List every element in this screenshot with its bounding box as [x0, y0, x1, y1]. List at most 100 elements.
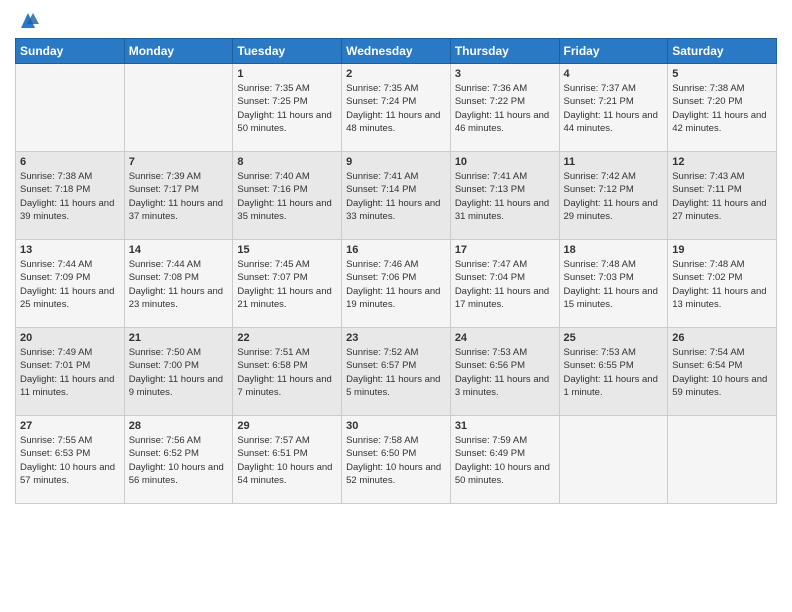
day-number: 15 [237, 244, 337, 256]
calendar-week-3: 13 Sunrise: 7:44 AMSunset: 7:09 PMDayligh… [16, 240, 777, 328]
day-header-wednesday: Wednesday [342, 39, 451, 64]
day-number: 11 [564, 156, 664, 168]
day-info: Sunrise: 7:48 AMSunset: 7:02 PMDaylight:… [672, 258, 772, 311]
calendar-cell: 18 Sunrise: 7:48 AMSunset: 7:03 PMDayligh… [559, 240, 668, 328]
day-info: Sunrise: 7:41 AMSunset: 7:13 PMDaylight:… [455, 170, 555, 223]
logo [15, 10, 39, 30]
calendar-cell: 29 Sunrise: 7:57 AMSunset: 6:51 PMDayligh… [233, 416, 342, 504]
day-info: Sunrise: 7:35 AMSunset: 7:24 PMDaylight:… [346, 82, 446, 135]
calendar-week-5: 27 Sunrise: 7:55 AMSunset: 6:53 PMDayligh… [16, 416, 777, 504]
calendar-cell: 9 Sunrise: 7:41 AMSunset: 7:14 PMDaylight… [342, 152, 451, 240]
calendar-cell: 7 Sunrise: 7:39 AMSunset: 7:17 PMDaylight… [124, 152, 233, 240]
day-header-tuesday: Tuesday [233, 39, 342, 64]
day-info: Sunrise: 7:51 AMSunset: 6:58 PMDaylight:… [237, 346, 337, 399]
day-header-monday: Monday [124, 39, 233, 64]
day-info: Sunrise: 7:41 AMSunset: 7:14 PMDaylight:… [346, 170, 446, 223]
day-number: 18 [564, 244, 664, 256]
calendar-cell: 26Sunrise: 7:54 AMSunset: 6:54 PMDayligh… [668, 328, 777, 416]
day-info: Sunrise: 7:55 AMSunset: 6:53 PMDaylight:… [20, 434, 120, 487]
day-number: 29 [237, 420, 337, 432]
day-number: 28 [129, 420, 229, 432]
day-number: 27 [20, 420, 120, 432]
calendar-week-1: 1Sunrise: 7:35 AMSunset: 7:25 PMDaylight… [16, 64, 777, 152]
day-header-saturday: Saturday [668, 39, 777, 64]
calendar-cell: 8 Sunrise: 7:40 AMSunset: 7:16 PMDaylight… [233, 152, 342, 240]
day-info: Sunrise: 7:36 AMSunset: 7:22 PMDaylight:… [455, 82, 555, 135]
calendar-cell: 10Sunrise: 7:41 AMSunset: 7:13 PMDayligh… [450, 152, 559, 240]
calendar-cell: 23 Sunrise: 7:52 AMSunset: 6:57 PMDayligh… [342, 328, 451, 416]
day-number: 13 [20, 244, 120, 256]
day-info: Sunrise: 7:56 AMSunset: 6:52 PMDaylight:… [129, 434, 229, 487]
calendar-cell: 2 Sunrise: 7:35 AMSunset: 7:24 PMDaylight… [342, 64, 451, 152]
calendar-cell: 20 Sunrise: 7:49 AMSunset: 7:01 PMDayligh… [16, 328, 125, 416]
day-header-thursday: Thursday [450, 39, 559, 64]
day-number: 22 [237, 332, 337, 344]
day-number: 23 [346, 332, 446, 344]
calendar-cell: 13 Sunrise: 7:44 AMSunset: 7:09 PMDayligh… [16, 240, 125, 328]
day-info: Sunrise: 7:49 AMSunset: 7:01 PMDaylight:… [20, 346, 120, 399]
day-number: 19 [672, 244, 772, 256]
calendar-cell: 3 Sunrise: 7:36 AMSunset: 7:22 PMDaylight… [450, 64, 559, 152]
calendar-cell: 24Sunrise: 7:53 AMSunset: 6:56 PMDayligh… [450, 328, 559, 416]
day-info: Sunrise: 7:38 AMSunset: 7:20 PMDaylight:… [672, 82, 772, 135]
calendar-cell [559, 416, 668, 504]
calendar-cell: 30 Sunrise: 7:58 AMSunset: 6:50 PMDayligh… [342, 416, 451, 504]
calendar-cell [16, 64, 125, 152]
calendar-cell: 27 Sunrise: 7:55 AMSunset: 6:53 PMDayligh… [16, 416, 125, 504]
calendar-cell: 6 Sunrise: 7:38 AMSunset: 7:18 PMDaylight… [16, 152, 125, 240]
day-info: Sunrise: 7:48 AMSunset: 7:03 PMDaylight:… [564, 258, 664, 311]
day-number: 24 [455, 332, 555, 344]
calendar-header: SundayMondayTuesdayWednesdayThursdayFrid… [16, 39, 777, 64]
day-number: 16 [346, 244, 446, 256]
day-number: 25 [564, 332, 664, 344]
day-number: 20 [20, 332, 120, 344]
day-info: Sunrise: 7:35 AMSunset: 7:25 PMDaylight:… [237, 82, 337, 135]
day-info: Sunrise: 7:37 AMSunset: 7:21 PMDaylight:… [564, 82, 664, 135]
calendar-cell: 19 Sunrise: 7:48 AMSunset: 7:02 PMDayligh… [668, 240, 777, 328]
day-info: Sunrise: 7:40 AMSunset: 7:16 PMDaylight:… [237, 170, 337, 223]
calendar-cell: 22 Sunrise: 7:51 AMSunset: 6:58 PMDayligh… [233, 328, 342, 416]
calendar-table: SundayMondayTuesdayWednesdayThursdayFrid… [15, 38, 777, 504]
calendar-week-4: 20 Sunrise: 7:49 AMSunset: 7:01 PMDayligh… [16, 328, 777, 416]
day-number: 7 [129, 156, 229, 168]
day-info: Sunrise: 7:38 AMSunset: 7:18 PMDaylight:… [20, 170, 120, 223]
day-number: 30 [346, 420, 446, 432]
day-number: 2 [346, 68, 446, 80]
day-info: Sunrise: 7:44 AMSunset: 7:08 PMDaylight:… [129, 258, 229, 311]
calendar-cell: 15 Sunrise: 7:45 AMSunset: 7:07 PMDayligh… [233, 240, 342, 328]
day-number: 4 [564, 68, 664, 80]
day-info: Sunrise: 7:59 AMSunset: 6:49 PMDaylight:… [455, 434, 555, 487]
day-info: Sunrise: 7:46 AMSunset: 7:06 PMDaylight:… [346, 258, 446, 311]
day-info: Sunrise: 7:47 AMSunset: 7:04 PMDaylight:… [455, 258, 555, 311]
calendar-cell: 17 Sunrise: 7:47 AMSunset: 7:04 PMDayligh… [450, 240, 559, 328]
calendar-cell: 1Sunrise: 7:35 AMSunset: 7:25 PMDaylight… [233, 64, 342, 152]
day-info: Sunrise: 7:53 AMSunset: 6:55 PMDaylight:… [564, 346, 664, 399]
calendar-cell: 28 Sunrise: 7:56 AMSunset: 6:52 PMDayligh… [124, 416, 233, 504]
calendar-cell: 21Sunrise: 7:50 AMSunset: 7:00 PMDayligh… [124, 328, 233, 416]
calendar-cell: 5 Sunrise: 7:38 AMSunset: 7:20 PMDaylight… [668, 64, 777, 152]
day-info: Sunrise: 7:52 AMSunset: 6:57 PMDaylight:… [346, 346, 446, 399]
day-number: 3 [455, 68, 555, 80]
day-info: Sunrise: 7:44 AMSunset: 7:09 PMDaylight:… [20, 258, 120, 311]
day-number: 17 [455, 244, 555, 256]
calendar-cell [124, 64, 233, 152]
day-number: 5 [672, 68, 772, 80]
day-info: Sunrise: 7:42 AMSunset: 7:12 PMDaylight:… [564, 170, 664, 223]
day-number: 9 [346, 156, 446, 168]
calendar-week-2: 6 Sunrise: 7:38 AMSunset: 7:18 PMDaylight… [16, 152, 777, 240]
calendar-cell: 25 Sunrise: 7:53 AMSunset: 6:55 PMDayligh… [559, 328, 668, 416]
day-number: 8 [237, 156, 337, 168]
day-info: Sunrise: 7:39 AMSunset: 7:17 PMDaylight:… [129, 170, 229, 223]
day-info: Sunrise: 7:45 AMSunset: 7:07 PMDaylight:… [237, 258, 337, 311]
logo-icon [17, 10, 39, 30]
day-number: 6 [20, 156, 120, 168]
calendar-cell: 11 Sunrise: 7:42 AMSunset: 7:12 PMDayligh… [559, 152, 668, 240]
calendar-cell: 12Sunrise: 7:43 AMSunset: 7:11 PMDayligh… [668, 152, 777, 240]
calendar-cell: 4 Sunrise: 7:37 AMSunset: 7:21 PMDaylight… [559, 64, 668, 152]
day-info: Sunrise: 7:58 AMSunset: 6:50 PMDaylight:… [346, 434, 446, 487]
day-info: Sunrise: 7:50 AMSunset: 7:00 PMDaylight:… [129, 346, 229, 399]
page-header [15, 10, 777, 30]
day-info: Sunrise: 7:57 AMSunset: 6:51 PMDaylight:… [237, 434, 337, 487]
calendar-cell: 14Sunrise: 7:44 AMSunset: 7:08 PMDayligh… [124, 240, 233, 328]
calendar-cell: 31Sunrise: 7:59 AMSunset: 6:49 PMDayligh… [450, 416, 559, 504]
